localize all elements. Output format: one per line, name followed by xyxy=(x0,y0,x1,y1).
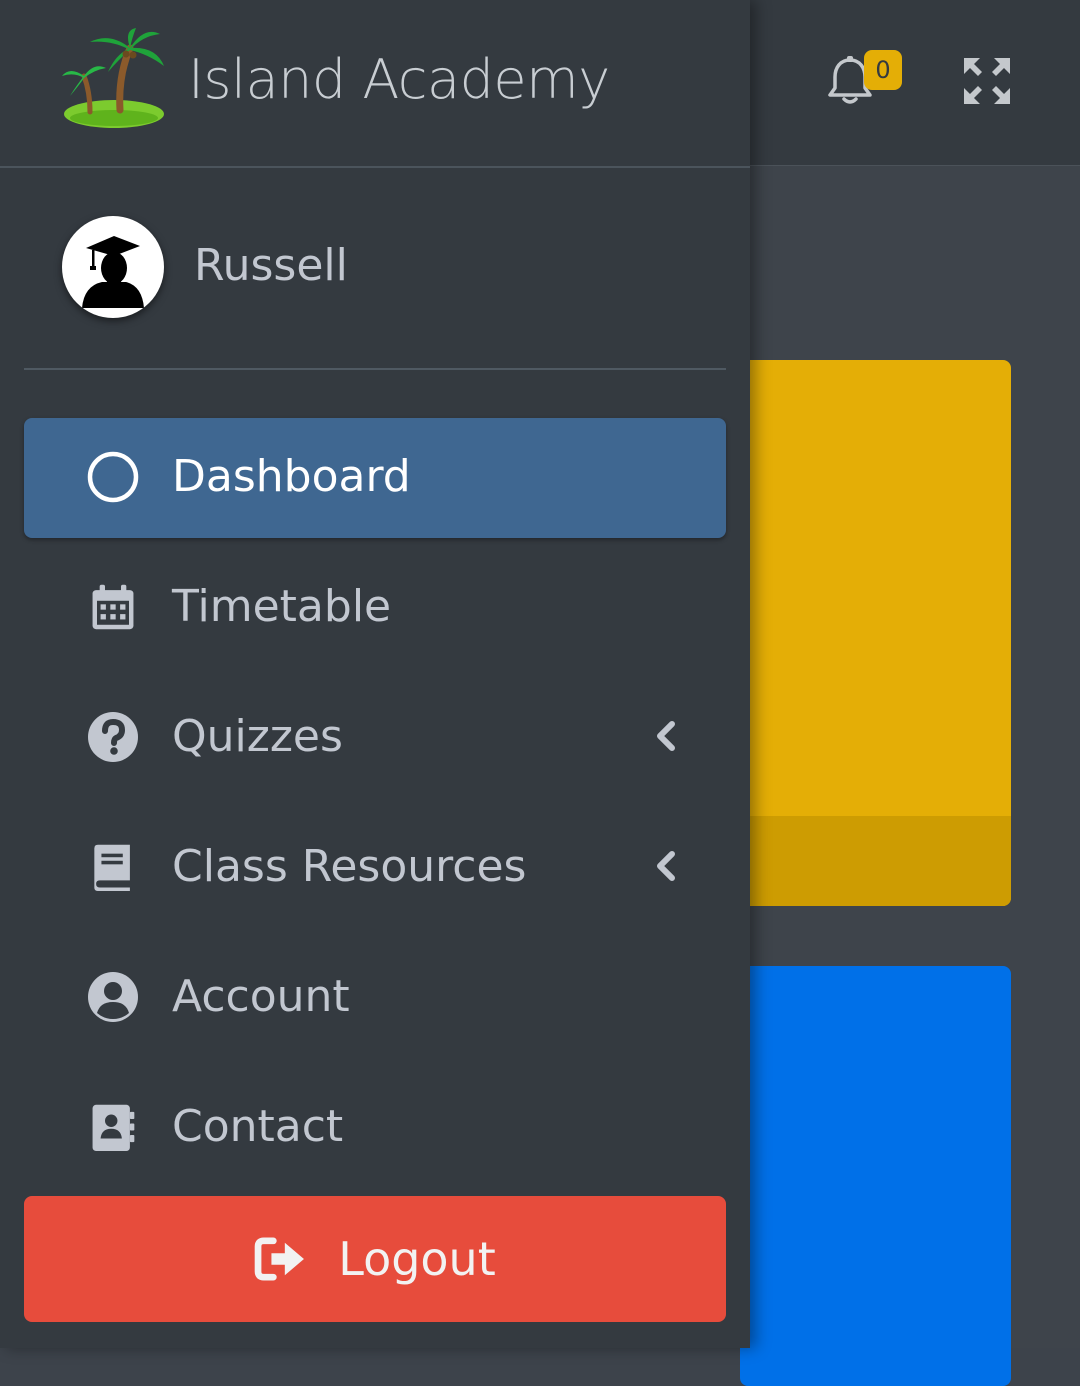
brand-link[interactable]: Island Academy xyxy=(0,0,750,168)
circle-outline-icon xyxy=(86,450,140,504)
user-circle-icon xyxy=(86,970,140,1024)
palm-island-logo-icon xyxy=(62,28,164,128)
sidebar: Island Academy Russell Dashboard Timetab… xyxy=(0,0,750,1348)
sidebar-item-label: Class Resources xyxy=(172,841,527,892)
sidebar-item-label: Contact xyxy=(172,1101,344,1152)
sign-out-icon xyxy=(254,1237,305,1281)
sidebar-item-timetable[interactable]: Timetable xyxy=(24,548,726,668)
sidebar-item-label: Account xyxy=(172,971,350,1022)
sidebar-item-class-resources[interactable]: Class Resources xyxy=(24,808,726,928)
book-icon xyxy=(86,840,140,894)
user-name[interactable]: Russell xyxy=(194,240,348,291)
address-book-icon xyxy=(86,1100,140,1154)
sidebar-nav: Dashboard Timetable Quizzes Class Resour… xyxy=(24,418,726,1198)
sidebar-item-label: Timetable xyxy=(172,581,392,632)
logout-button[interactable]: Logout xyxy=(24,1196,726,1322)
chevron-left-icon[interactable] xyxy=(652,718,682,754)
user-panel[interactable]: Russell xyxy=(24,168,726,370)
card-footer[interactable] xyxy=(740,816,1011,906)
calendar-icon xyxy=(86,580,140,634)
info-card-blue[interactable] xyxy=(740,966,1011,1386)
sidebar-item-account[interactable]: Account xyxy=(24,938,726,1058)
fullscreen-icon[interactable] xyxy=(962,56,1012,106)
info-card-yellow[interactable] xyxy=(740,360,1011,906)
sidebar-item-dashboard[interactable]: Dashboard xyxy=(24,418,726,538)
chevron-left-icon[interactable] xyxy=(652,848,682,884)
brand-title: Island Academy xyxy=(188,48,610,111)
notification-badge: 0 xyxy=(864,50,902,90)
sidebar-item-quizzes[interactable]: Quizzes xyxy=(24,678,726,798)
question-circle-icon xyxy=(86,710,140,764)
logout-label: Logout xyxy=(338,1232,496,1286)
graduate-icon xyxy=(82,236,144,308)
avatar[interactable] xyxy=(62,216,164,318)
sidebar-item-label: Dashboard xyxy=(172,451,411,502)
sidebar-item-label: Quizzes xyxy=(172,711,343,762)
sidebar-item-contact[interactable]: Contact xyxy=(24,1068,726,1188)
